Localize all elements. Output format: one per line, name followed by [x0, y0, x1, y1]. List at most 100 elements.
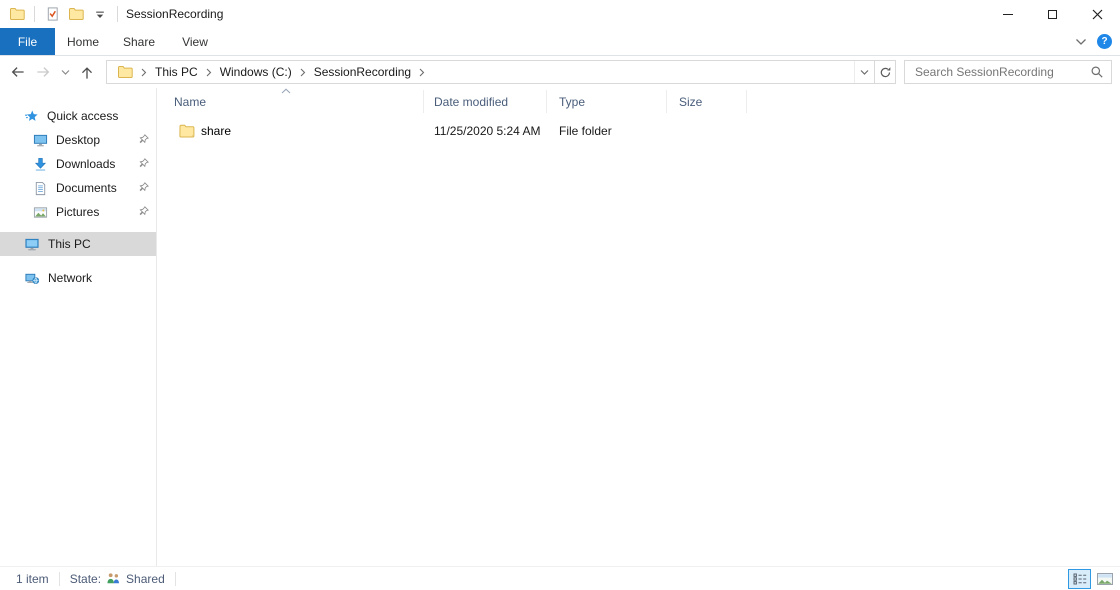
- window-controls: [985, 0, 1120, 28]
- expand-ribbon-button[interactable]: [1075, 38, 1087, 46]
- search-button[interactable]: [1090, 65, 1111, 79]
- sidebar-item-label: Pictures: [56, 205, 99, 219]
- separator: [59, 572, 60, 586]
- sidebar-item-desktop[interactable]: Desktop: [0, 128, 156, 152]
- sidebar-spacer: [0, 224, 156, 232]
- minimize-button[interactable]: [985, 0, 1030, 28]
- separator: [117, 6, 118, 22]
- column-headers: Name Date modified Type Size: [157, 90, 1120, 113]
- close-button[interactable]: [1075, 0, 1120, 28]
- help-button[interactable]: ?: [1097, 34, 1112, 49]
- sidebar-item-quick-access[interactable]: Quick access: [0, 104, 156, 128]
- quick-access-toolbar: [0, 4, 120, 24]
- column-header-date-modified[interactable]: Date modified: [424, 90, 547, 113]
- sidebar-spacer: [0, 256, 156, 266]
- address-bar[interactable]: This PC Windows (C:) SessionRecording: [106, 60, 875, 84]
- window-title: SessionRecording: [126, 7, 223, 21]
- sidebar-item-this-pc[interactable]: This PC: [0, 232, 156, 256]
- folder-icon: [178, 123, 195, 139]
- sidebar-item-label: Desktop: [56, 133, 100, 147]
- ribbon-right-controls: ?: [1075, 28, 1120, 55]
- column-label: Name: [174, 95, 206, 109]
- refresh-button[interactable]: [875, 60, 896, 84]
- state-value: Shared: [126, 572, 165, 586]
- breadcrumb-chevron-icon[interactable]: [140, 68, 148, 77]
- pin-icon[interactable]: [139, 158, 149, 168]
- properties-button[interactable]: [43, 4, 61, 24]
- main-area: Quick access Desktop Downloads Documents…: [0, 88, 1120, 566]
- documents-icon: [33, 181, 48, 196]
- new-folder-button[interactable]: [67, 4, 85, 24]
- back-button[interactable]: [4, 59, 30, 85]
- chevron-down-icon: [1075, 38, 1087, 46]
- large-icons-view-icon: [1097, 573, 1113, 585]
- breadcrumb-windows-c[interactable]: Windows (C:): [213, 61, 299, 83]
- pin-icon[interactable]: [139, 206, 149, 216]
- file-row-share[interactable]: share 11/25/2020 5:24 AM File folder: [157, 120, 1120, 142]
- recent-locations-button[interactable]: [56, 59, 74, 85]
- close-icon: [1092, 9, 1103, 20]
- minimize-icon: [1003, 14, 1013, 15]
- forward-button[interactable]: [30, 59, 56, 85]
- customize-qat-button[interactable]: [91, 4, 109, 24]
- address-dropdown-button[interactable]: [854, 61, 874, 83]
- state-label: State:: [70, 572, 101, 586]
- sidebar-item-label: Downloads: [56, 157, 115, 171]
- file-list-pane: Name Date modified Type Size: [157, 88, 1120, 566]
- tab-home[interactable]: Home: [55, 28, 111, 55]
- large-icons-view-button[interactable]: [1093, 569, 1116, 589]
- chevron-down-icon: [860, 69, 869, 76]
- computer-icon: [24, 237, 40, 252]
- maximize-button[interactable]: [1030, 0, 1075, 28]
- chevron-down-icon: [61, 69, 70, 76]
- network-icon: [24, 271, 40, 286]
- pictures-icon: [33, 205, 48, 220]
- sidebar-item-documents[interactable]: Documents: [0, 176, 156, 200]
- search-input[interactable]: [905, 65, 1090, 79]
- pin-icon[interactable]: [139, 134, 149, 144]
- file-name-cell: share: [157, 123, 424, 139]
- tab-view[interactable]: View: [167, 28, 223, 55]
- file-date-cell: 11/25/2020 5:24 AM: [424, 124, 547, 138]
- breadcrumb-sessionrecording[interactable]: SessionRecording: [307, 61, 418, 83]
- title-bar: SessionRecording: [0, 0, 1120, 28]
- sidebar-item-pictures[interactable]: Pictures: [0, 200, 156, 224]
- breadcrumb: This PC Windows (C:) SessionRecording: [107, 61, 854, 83]
- ribbon-tab-bar: File Home Share View ?: [0, 28, 1120, 56]
- breadcrumb-chevron-icon[interactable]: [418, 68, 426, 77]
- search-box: [904, 60, 1112, 84]
- breadcrumb-folder-icon[interactable]: [113, 61, 140, 83]
- navigation-pane: Quick access Desktop Downloads Documents…: [0, 88, 157, 566]
- share-state: State: Shared: [70, 572, 165, 586]
- breadcrumb-this-pc[interactable]: This PC: [148, 61, 205, 83]
- tab-share[interactable]: Share: [111, 28, 167, 55]
- window-folder-icon: [8, 4, 26, 24]
- details-view-icon: [1073, 573, 1087, 585]
- separator: [175, 572, 176, 586]
- details-view-button[interactable]: [1068, 569, 1091, 589]
- file-name: share: [201, 124, 231, 138]
- sidebar-item-label: Network: [48, 271, 92, 285]
- column-header-name[interactable]: Name: [157, 90, 424, 113]
- column-header-type[interactable]: Type: [547, 90, 667, 113]
- pin-icon[interactable]: [139, 182, 149, 192]
- breadcrumb-chevron-icon[interactable]: [205, 68, 213, 77]
- properties-icon: [45, 6, 60, 22]
- new-folder-icon: [68, 6, 84, 22]
- status-bar: 1 item State: Shared: [0, 566, 1120, 590]
- magnifier-icon: [1090, 65, 1104, 79]
- view-toggles: [1068, 569, 1116, 589]
- tab-file[interactable]: File: [0, 28, 55, 55]
- up-button[interactable]: [74, 59, 100, 85]
- breadcrumb-chevron-icon[interactable]: [299, 68, 307, 77]
- up-icon: [80, 65, 94, 80]
- address-bar-row: This PC Windows (C:) SessionRecording: [0, 56, 1120, 88]
- sidebar-item-downloads[interactable]: Downloads: [0, 152, 156, 176]
- forward-icon: [35, 65, 52, 79]
- sidebar-item-label: Documents: [56, 181, 117, 195]
- file-explorer-window: SessionRecording File Home Share View ?: [0, 0, 1120, 590]
- shared-people-icon: [105, 572, 122, 585]
- column-header-size[interactable]: Size: [667, 90, 747, 113]
- sidebar-item-network[interactable]: Network: [0, 266, 156, 290]
- desktop-icon: [33, 133, 48, 148]
